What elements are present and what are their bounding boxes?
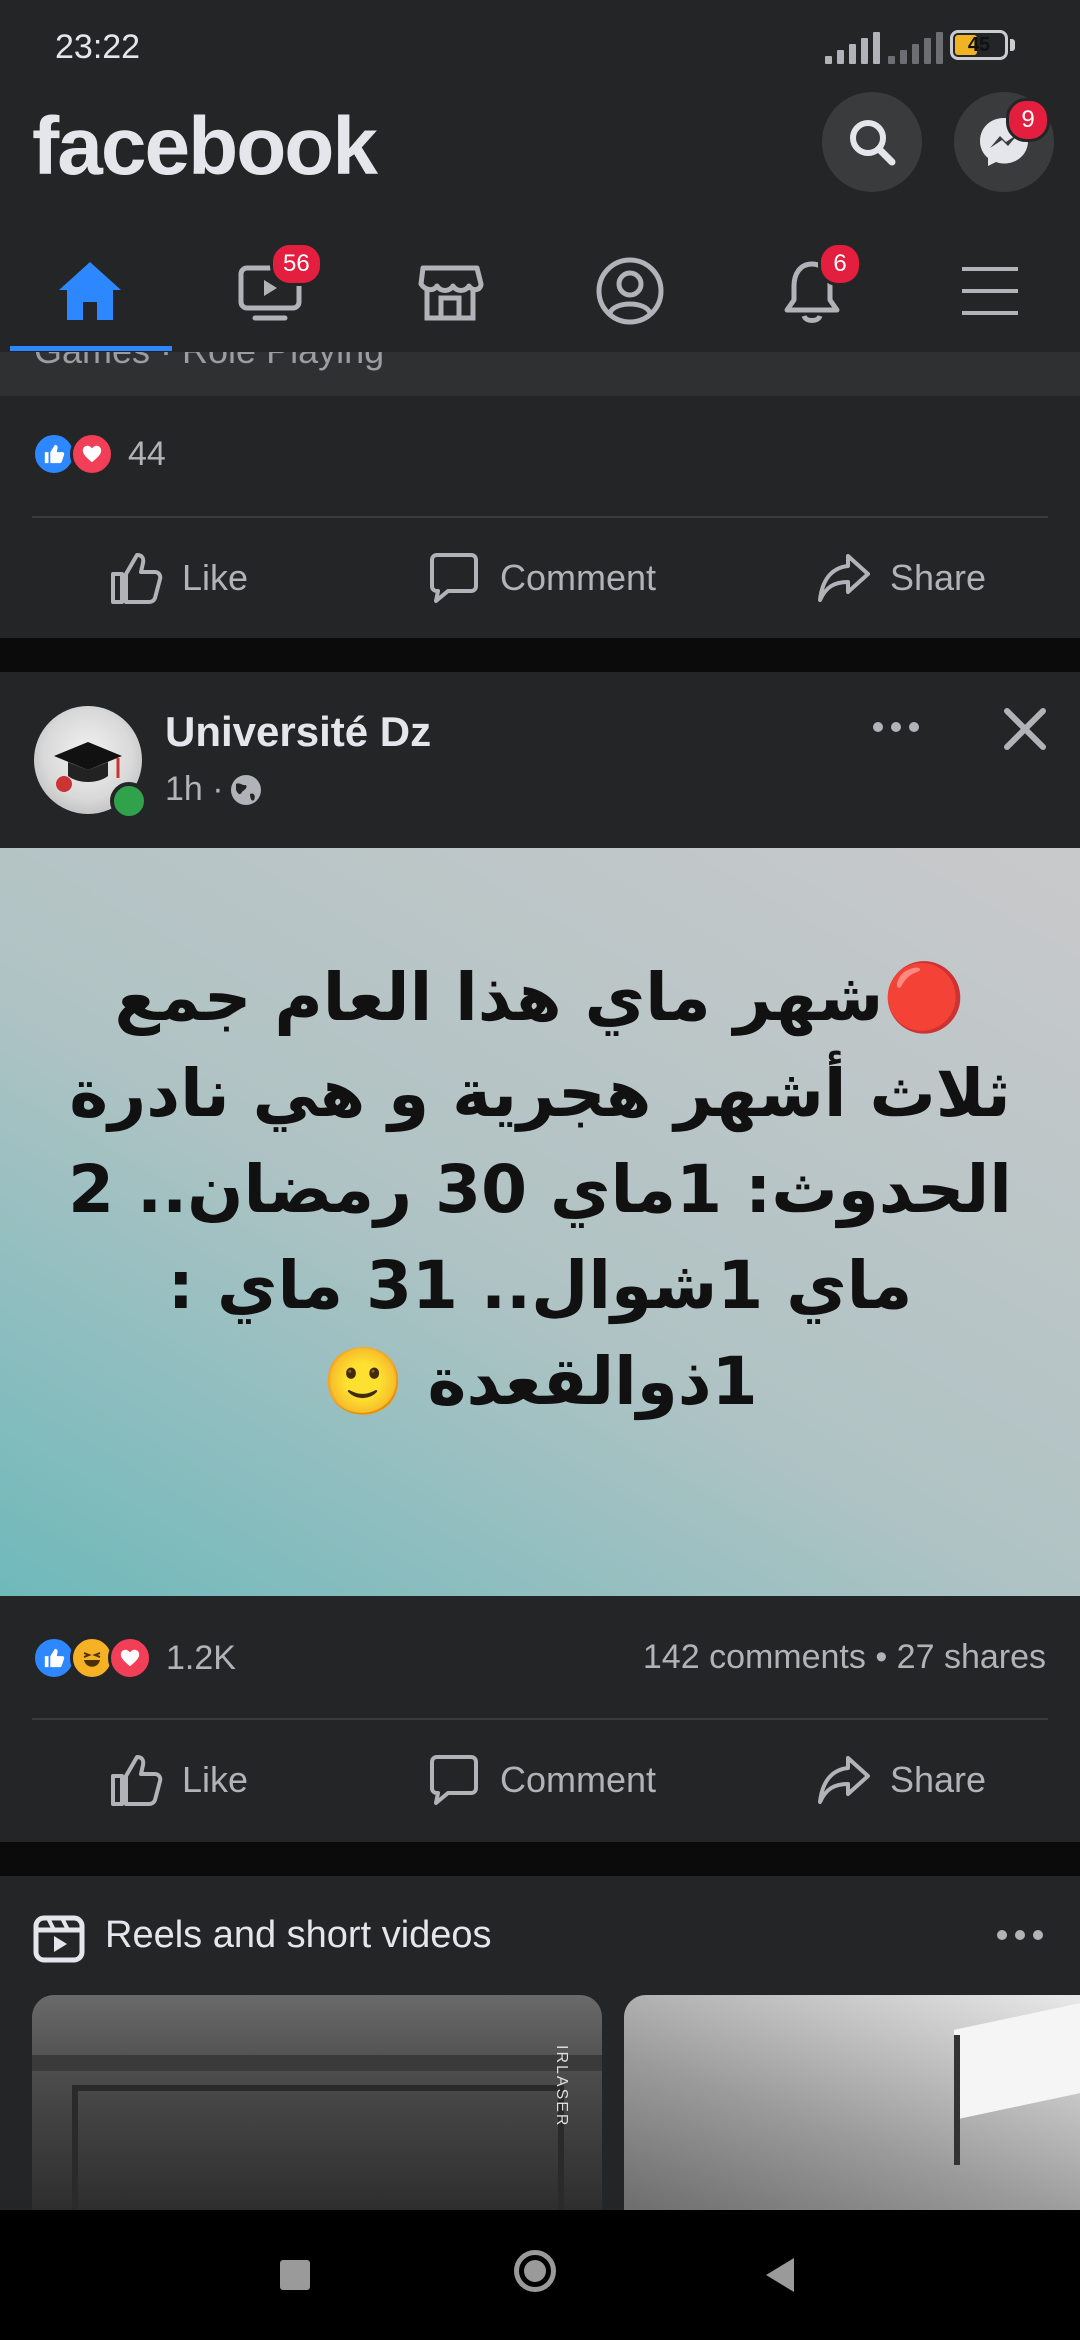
- post-reactions[interactable]: 1.2K: [32, 1636, 236, 1680]
- tab-home[interactable]: [20, 230, 160, 352]
- love-reaction-icon: [70, 432, 114, 476]
- status-time: 23:22: [55, 28, 141, 66]
- comment-icon: [430, 1755, 478, 1805]
- divider: [32, 516, 1048, 518]
- love-reaction-icon: [108, 1636, 152, 1680]
- menu-icon: [962, 267, 1018, 315]
- tab-marketplace[interactable]: [380, 230, 520, 352]
- signal-icon: [825, 30, 880, 64]
- hide-post-button[interactable]: [1000, 704, 1050, 759]
- battery-level: 45: [967, 34, 991, 56]
- previous-reaction-count[interactable]: 44: [128, 435, 166, 474]
- online-status-dot: [110, 782, 148, 820]
- like-label: Like: [182, 1759, 249, 1800]
- previous-post-footer: 44 Like Comment Share: [0, 396, 1080, 638]
- previous-post-category: Games · Role Playing: [34, 352, 384, 372]
- like-label: Like: [182, 557, 249, 598]
- comment-label: Comment: [500, 1759, 657, 1800]
- reels-options-button[interactable]: [994, 1920, 1046, 1955]
- feed-separator: [0, 638, 1080, 672]
- previous-post-link-preview[interactable]: Games · Role Playing: [0, 352, 1080, 396]
- search-button[interactable]: [822, 92, 922, 192]
- more-icon: [873, 722, 919, 732]
- active-tab-indicator: [10, 346, 172, 351]
- feed-separator: [0, 1842, 1080, 1876]
- like-button[interactable]: Like: [108, 1752, 248, 1808]
- post-options-button[interactable]: [870, 712, 922, 747]
- share-icon: [818, 1756, 870, 1804]
- facebook-logo[interactable]: facebook: [32, 100, 378, 194]
- back-icon: [766, 2258, 794, 2292]
- like-icon: [111, 553, 163, 604]
- author-name[interactable]: Université Dz: [165, 708, 431, 756]
- tab-profile[interactable]: [560, 230, 700, 352]
- tab-menu[interactable]: [920, 230, 1060, 352]
- post-meta: 1h ·: [165, 770, 264, 809]
- comment-icon: [430, 553, 478, 603]
- reel-watermark: IRLASER: [553, 2045, 570, 2128]
- search-icon: [850, 120, 896, 166]
- share-label: Share: [890, 1759, 987, 1800]
- previous-share-button[interactable]: Share: [816, 550, 986, 606]
- profile-icon: [596, 257, 664, 325]
- recents-button[interactable]: [280, 2260, 310, 2290]
- post-time: 1h ·: [165, 770, 224, 808]
- messenger-badge: 9: [1006, 98, 1050, 142]
- like-icon: [111, 1755, 163, 1806]
- previous-like-button[interactable]: Like: [108, 550, 248, 606]
- tab-watch[interactable]: [200, 230, 340, 352]
- home-icon: [59, 262, 121, 320]
- marketplace-icon: [418, 265, 484, 321]
- divider: [32, 1718, 1048, 1720]
- reels-icon: [32, 1910, 86, 1969]
- comment-button[interactable]: Comment: [426, 1752, 656, 1808]
- post-image-text: 🔴شهر ماي هذا العام جمع ثلاث أشهر هجرية و…: [68, 959, 1012, 1420]
- share-button[interactable]: Share: [816, 1752, 986, 1808]
- tab-bar: 56 6: [0, 230, 1080, 354]
- reel-thumbnail-2[interactable]: [624, 1995, 1080, 2210]
- reel-thumbnail[interactable]: IRLASER: [32, 1995, 602, 2210]
- comment-label: Comment: [500, 557, 657, 598]
- comments-shares-count[interactable]: 142 comments • 27 shares: [643, 1638, 1046, 1677]
- home-nav-button[interactable]: [514, 2250, 556, 2292]
- battery-tip: [1010, 39, 1015, 51]
- globe-icon: [230, 774, 261, 805]
- reels-title: Reels and short videos: [105, 1914, 492, 1956]
- back-button[interactable]: [762, 2256, 798, 2299]
- system-nav-bar: [0, 2210, 1080, 2340]
- notifications-badge: 6: [818, 242, 862, 286]
- signal-icon-2: [888, 30, 943, 64]
- watch-badge: 56: [270, 242, 323, 286]
- share-icon: [818, 554, 870, 602]
- tab-notifications[interactable]: [742, 230, 882, 352]
- battery-icon: 45: [950, 30, 1008, 60]
- previous-comment-button[interactable]: Comment: [426, 550, 656, 606]
- more-icon: [997, 1930, 1043, 1940]
- reaction-count: 1.2K: [166, 1638, 236, 1677]
- share-label: Share: [890, 557, 987, 598]
- close-icon: [1004, 708, 1046, 750]
